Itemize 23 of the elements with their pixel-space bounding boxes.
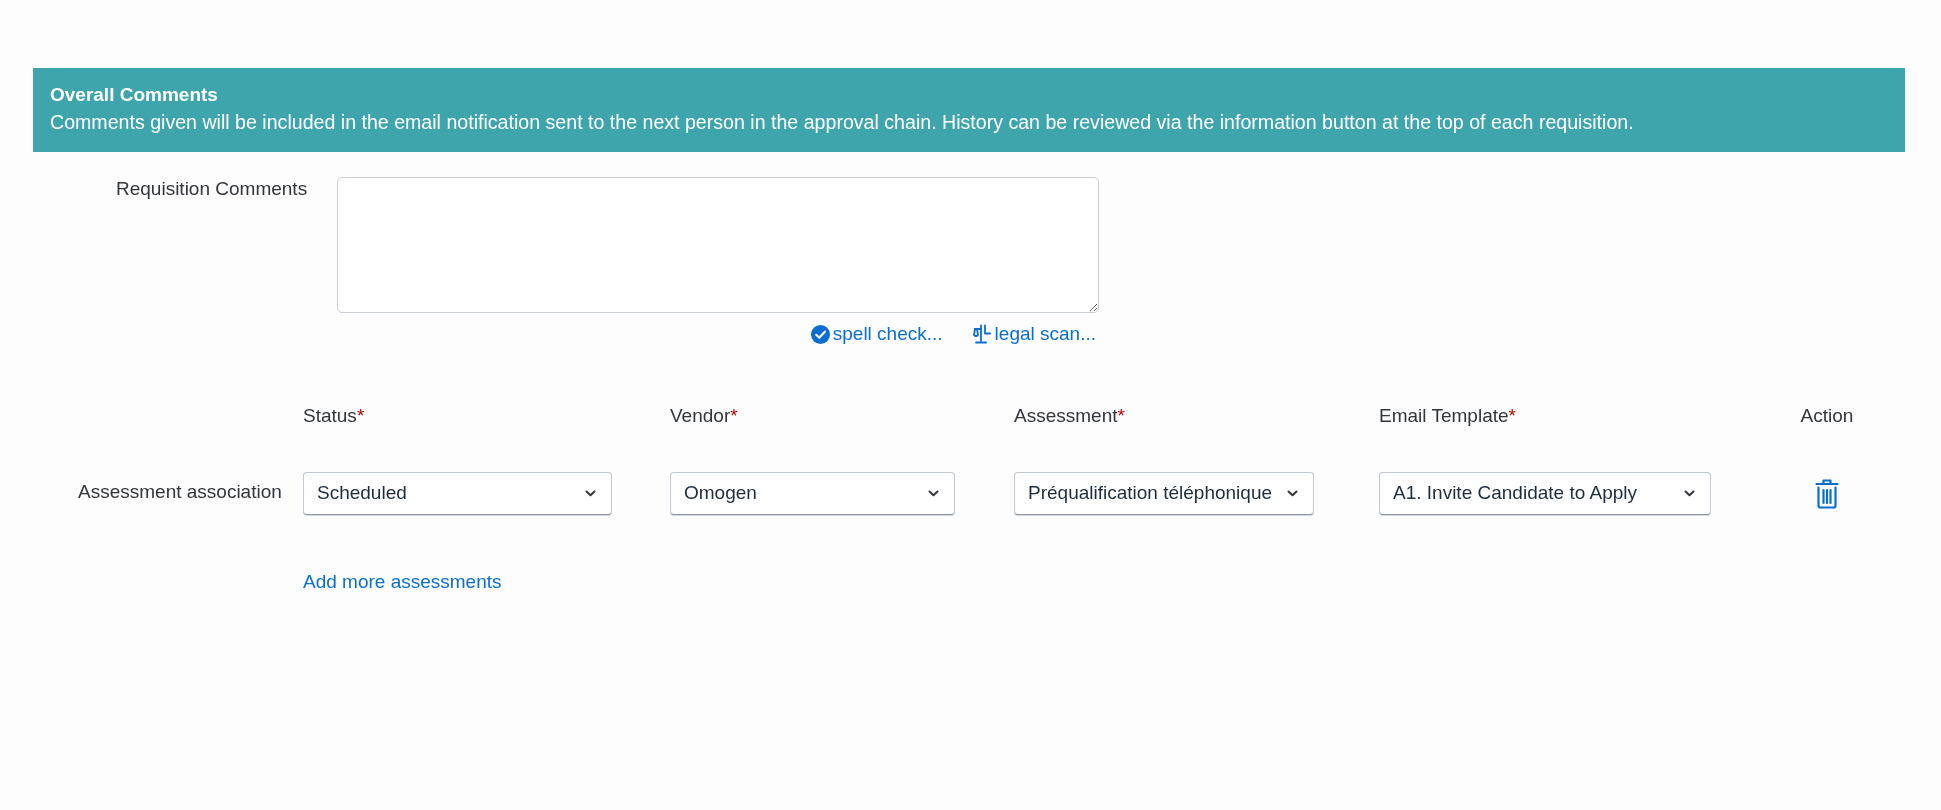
add-more-assessments-link[interactable]: Add more assessments (303, 571, 502, 592)
column-header: Vendor* (670, 404, 738, 428)
chevron-icon (1684, 490, 1695, 497)
scale-icon (972, 324, 992, 344)
legal-scan-link[interactable]: legal scan... (972, 322, 1096, 346)
email-template-select[interactable]: A1. Invite Candidate to Apply (1379, 472, 1711, 515)
field-label: Requisition Comments (116, 178, 308, 199)
column-header: Assessment* (1014, 404, 1125, 428)
trash-icon[interactable] (1815, 478, 1839, 509)
column-header: Status* (303, 404, 365, 428)
banner-title: Overall Comments (50, 83, 219, 107)
row-label: Assessment association (78, 480, 282, 502)
column-header: Action (1800, 404, 1854, 428)
check-circle-icon (810, 324, 830, 344)
assessment-select[interactable]: Préqualification téléphonique (1014, 472, 1314, 515)
spell-check-link[interactable]: spell check... (810, 322, 943, 346)
vendor-select[interactable]: Omogen (670, 472, 955, 515)
status-select[interactable]: Scheduled (303, 472, 612, 515)
banner-description: Comments given will be included in the email notification sent to the next person in the approval chain. History can be reviewed via the information button at the top of each requisition. (50, 110, 1635, 135)
chevron-icon (585, 490, 596, 497)
chevron-icon (1287, 490, 1298, 497)
column-header: Email Template* (1379, 404, 1516, 428)
chevron-icon (928, 490, 939, 497)
